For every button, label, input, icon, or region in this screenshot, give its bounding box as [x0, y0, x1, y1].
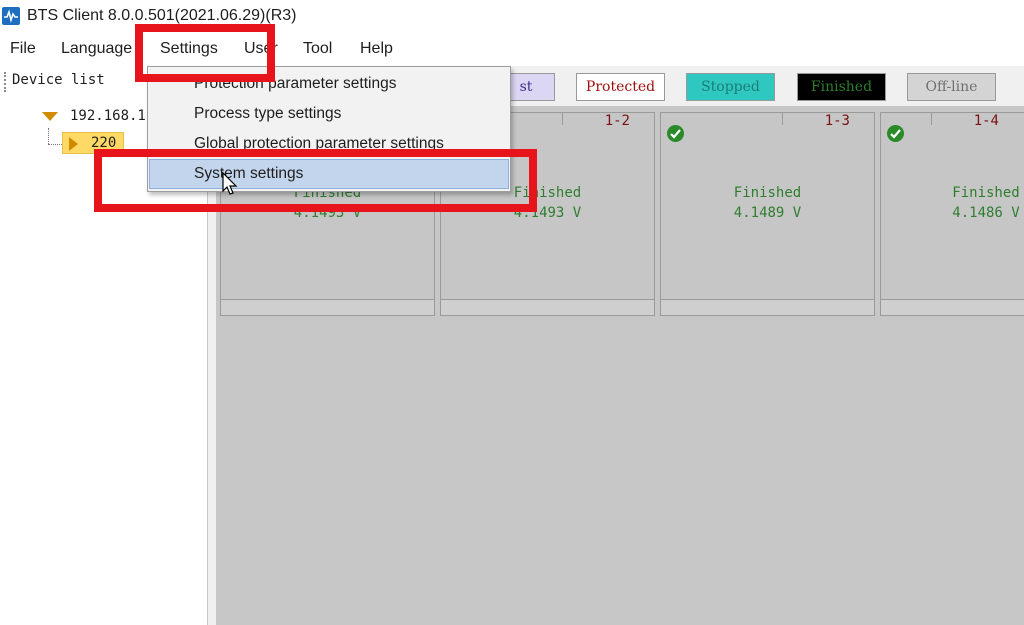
menu-language[interactable]: Language [61, 40, 132, 58]
legend-stopped: Stopped [686, 73, 775, 101]
channel-id: 1-3 [824, 113, 850, 129]
window-title: BTS Client 8.0.0.501(2021.06.29)(R3) [27, 7, 297, 24]
device-list-header: Device list [12, 72, 105, 88]
highlight-box-system-settings [94, 149, 537, 212]
check-circle-icon [887, 125, 904, 142]
channel-footer [441, 299, 654, 315]
tree-connector [48, 128, 49, 144]
channel-status: Finished [733, 185, 802, 201]
channel-footer [661, 299, 874, 315]
tree-connector [48, 144, 62, 145]
channel-card[interactable]: 1-4 Finished 4.1486 V [880, 112, 1024, 316]
menu-item-label: Process type settings [194, 105, 342, 122]
channel-voltage: 4.1489 V [733, 205, 802, 221]
triangle-down-icon[interactable] [42, 112, 58, 121]
menu-file[interactable]: File [10, 40, 36, 58]
mouse-pointer-icon [222, 171, 238, 198]
waveform-icon [2, 7, 20, 25]
channel-voltage: 4.1486 V [952, 205, 1020, 221]
tree-node-ip-label: 192.168.1 [70, 108, 146, 124]
legend-offline: Off-line [907, 73, 996, 101]
highlight-box-settings [135, 24, 275, 82]
channel-footer [221, 299, 434, 315]
channel-card[interactable]: 1-3 Finished 4.1489 V [660, 112, 875, 316]
check-circle-icon [667, 125, 684, 142]
channel-id: 1-4 [973, 113, 999, 129]
menu-help[interactable]: Help [360, 40, 393, 58]
legend-protected: Protected [576, 73, 665, 101]
menu-item-process-type[interactable]: Process type settings [149, 99, 509, 129]
legend-finished: Finished [797, 73, 886, 101]
channel-status: Finished [952, 185, 1020, 201]
panel-grip[interactable] [4, 72, 7, 92]
triangle-right-icon[interactable] [69, 137, 78, 151]
channel-footer [881, 299, 1024, 315]
channel-id: 1-2 [604, 113, 630, 129]
menu-tool[interactable]: Tool [303, 40, 332, 58]
